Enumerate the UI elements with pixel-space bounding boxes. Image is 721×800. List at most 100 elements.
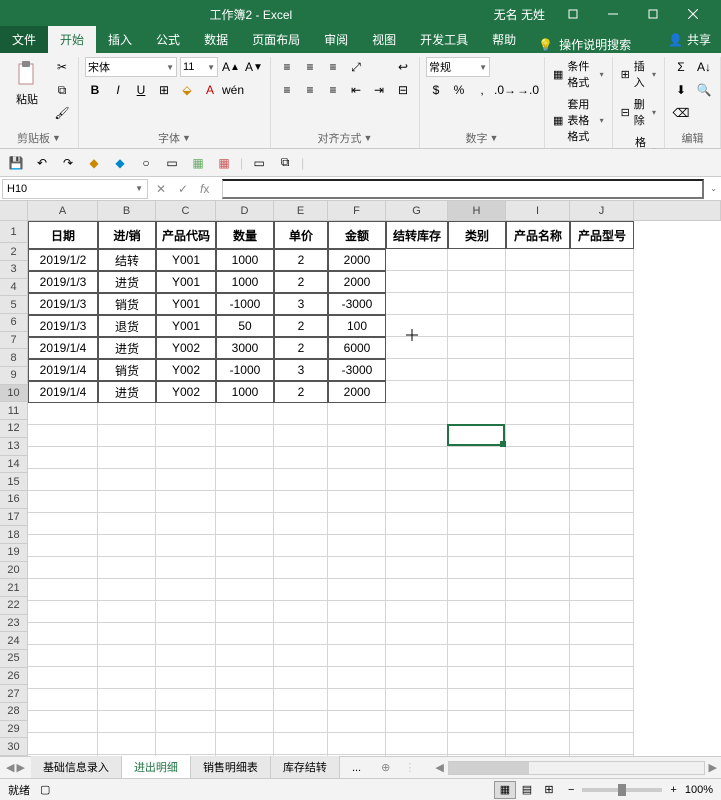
cell[interactable] (98, 667, 156, 689)
row-header[interactable]: 27 (0, 685, 28, 703)
row-header[interactable]: 14 (0, 456, 28, 474)
cell[interactable] (274, 557, 328, 579)
cell[interactable] (328, 755, 386, 756)
data-cell[interactable]: 进货 (98, 337, 156, 359)
cell[interactable] (274, 447, 328, 469)
data-cell[interactable]: 进货 (98, 381, 156, 403)
cell[interactable] (448, 315, 506, 337)
wrap-text-icon[interactable]: ↩ (393, 57, 413, 77)
cell[interactable] (328, 579, 386, 601)
cell[interactable] (448, 667, 506, 689)
cell[interactable] (570, 689, 634, 711)
cell[interactable] (156, 513, 216, 535)
data-cell[interactable]: 2 (274, 249, 328, 271)
data-cell[interactable]: -1000 (216, 359, 274, 381)
user-name[interactable]: 无名 无姓 (494, 6, 545, 23)
cell[interactable] (506, 447, 570, 469)
cell[interactable] (274, 469, 328, 491)
cell[interactable] (274, 645, 328, 667)
row-header[interactable]: 19 (0, 544, 28, 562)
cell[interactable] (28, 579, 98, 601)
cell[interactable] (216, 535, 274, 557)
cell[interactable] (386, 403, 448, 425)
data-cell[interactable]: 2019/1/3 (28, 315, 98, 337)
format-painter-icon[interactable]: 🖌 (52, 103, 72, 123)
copy-icon[interactable]: ⧉ (52, 80, 72, 100)
cell[interactable] (98, 425, 156, 447)
cell[interactable] (448, 579, 506, 601)
cell[interactable] (448, 271, 506, 293)
cell[interactable] (98, 755, 156, 756)
sheet-tab[interactable]: 库存结转 (271, 756, 340, 780)
row-header[interactable]: 28 (0, 703, 28, 721)
row-header[interactable]: 11 (0, 402, 28, 420)
data-cell[interactable]: 3000 (216, 337, 274, 359)
cell[interactable] (570, 645, 634, 667)
cell[interactable] (570, 315, 634, 337)
cell[interactable] (506, 755, 570, 756)
cell[interactable] (506, 513, 570, 535)
cell[interactable] (28, 403, 98, 425)
row-header[interactable]: 15 (0, 473, 28, 491)
header-cell[interactable]: 数量 (216, 221, 274, 249)
cell[interactable] (28, 667, 98, 689)
cell[interactable] (448, 601, 506, 623)
tab-file[interactable]: 文件 (0, 26, 48, 53)
zoom-in-icon[interactable]: + (670, 784, 676, 796)
select-all-corner[interactable] (0, 201, 28, 221)
qat-icon[interactable]: ▭ (249, 153, 269, 173)
cell[interactable] (506, 557, 570, 579)
cell[interactable] (448, 337, 506, 359)
expand-formula-bar-icon[interactable]: ⌄ (706, 184, 721, 193)
cell[interactable] (328, 667, 386, 689)
dialog-launcher-icon[interactable]: ▼ (364, 133, 373, 143)
row-header[interactable]: 3 (0, 261, 28, 279)
data-cell[interactable]: Y002 (156, 381, 216, 403)
grid[interactable]: 日期进/销产品代码数量单价金额结转库存类别产品名称产品型号2019/1/2结转Y… (28, 221, 721, 756)
tab-3[interactable]: 数据 (192, 26, 240, 53)
cell[interactable] (506, 315, 570, 337)
cell[interactable] (328, 535, 386, 557)
qat-icon[interactable]: ▭ (162, 153, 182, 173)
header-cell[interactable]: 单价 (274, 221, 328, 249)
paste-button[interactable]: 粘贴 (6, 57, 48, 109)
cell[interactable] (570, 359, 634, 381)
header-cell[interactable]: 产品型号 (570, 221, 634, 249)
cell[interactable] (570, 469, 634, 491)
cell[interactable] (386, 491, 448, 513)
cell[interactable] (98, 403, 156, 425)
cell[interactable] (274, 623, 328, 645)
row-header[interactable]: 29 (0, 721, 28, 739)
row-header[interactable]: 4 (0, 279, 28, 297)
row-header[interactable]: 16 (0, 491, 28, 509)
fill-icon[interactable]: ⬇ (671, 80, 691, 100)
row-header[interactable]: 1 (0, 221, 28, 243)
autosum-icon[interactable]: Σ (671, 57, 691, 77)
cell[interactable] (448, 557, 506, 579)
cell[interactable] (274, 513, 328, 535)
cell[interactable] (448, 403, 506, 425)
data-cell[interactable]: 1000 (216, 249, 274, 271)
data-cell[interactable]: 2000 (328, 271, 386, 293)
cell[interactable] (448, 711, 506, 733)
indent-dec-icon[interactable]: ⇤ (346, 80, 366, 100)
cell[interactable] (448, 491, 506, 513)
cell[interactable] (448, 513, 506, 535)
cell[interactable] (506, 381, 570, 403)
cell[interactable] (274, 579, 328, 601)
data-cell[interactable]: 3 (274, 359, 328, 381)
cell[interactable] (216, 579, 274, 601)
page-layout-view-icon[interactable]: ▤ (516, 781, 538, 799)
cell[interactable] (386, 755, 448, 756)
cell[interactable] (448, 425, 506, 447)
header-cell[interactable]: 日期 (28, 221, 98, 249)
currency-icon[interactable]: $ (426, 80, 446, 100)
cell[interactable] (98, 535, 156, 557)
tab-8[interactable]: 帮助 (480, 26, 528, 53)
row-header[interactable]: 6 (0, 314, 28, 332)
data-cell[interactable]: -1000 (216, 293, 274, 315)
cell[interactable] (386, 689, 448, 711)
cell[interactable] (216, 601, 274, 623)
col-header[interactable]: D (216, 201, 274, 221)
cell[interactable] (156, 425, 216, 447)
